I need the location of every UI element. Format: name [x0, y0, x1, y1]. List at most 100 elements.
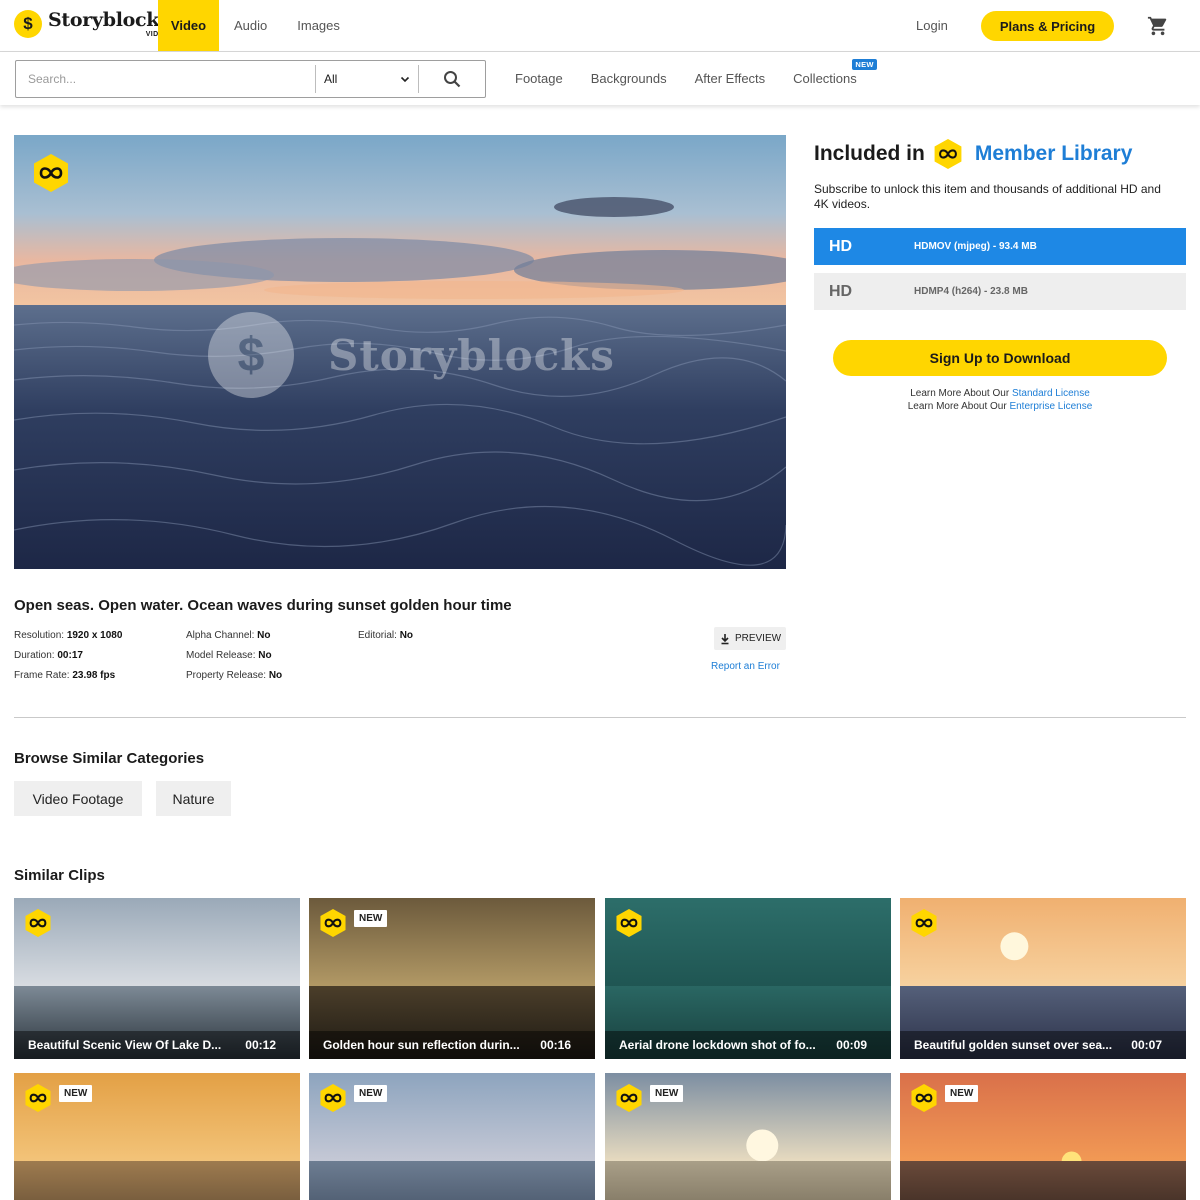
clip-card-duration: 00:12 [245, 1038, 276, 1052]
included-label: Included in [814, 142, 925, 165]
clip-caption-bar: Golden hour sun reflection durin... 00:16 [309, 1031, 595, 1059]
new-badge: NEW [852, 59, 877, 70]
enterprise-license-line: Learn More About Our Enterprise License [907, 401, 1093, 412]
plans-pricing-button[interactable]: Plans & Pricing [981, 11, 1114, 41]
member-library-badge-icon [25, 909, 51, 937]
clip-card-duration: 00:07 [1131, 1038, 1162, 1052]
search-icon [444, 71, 461, 88]
category-chip-video-footage[interactable]: Video Footage [14, 781, 142, 816]
logo-wordmark: Storyblocks [48, 8, 170, 31]
search-input[interactable] [16, 61, 315, 97]
logo-subtitle: VIDEO [48, 31, 170, 38]
format-option-hdmov[interactable]: HD HDMOV (mjpeg) - 93.4 MB [814, 228, 1186, 265]
similar-clip-card[interactable]: Aerial drone lockdown shot of fo... 00:09 [605, 898, 891, 1059]
clip-caption-bar: Beautiful golden sunset over sea... 00:07 [900, 1031, 1186, 1059]
similar-clip-card[interactable]: NEW [605, 1073, 891, 1200]
clip-card-duration: 00:09 [836, 1038, 867, 1052]
member-library-icon [934, 139, 962, 169]
sign-up-download-button[interactable]: Sign Up to Download [833, 340, 1167, 376]
spec-resolution: Resolution: 1920 x 1080 [14, 630, 123, 641]
similar-clips-heading: Similar Clips [14, 867, 105, 884]
category-chip-nature[interactable]: Nature [156, 781, 231, 816]
new-badge: NEW [59, 1085, 93, 1102]
category-select[interactable]: All [315, 65, 419, 93]
subnav-collections[interactable]: Collections NEW [793, 59, 877, 86]
preview-label: PREVIEW [734, 633, 782, 644]
video-preview-player[interactable]: $ Storyblocks [14, 135, 786, 569]
subnav-collections-label: Collections [793, 71, 857, 86]
categories-heading: Browse Similar Categories [14, 750, 205, 767]
clip-caption-bar: Beautiful Scenic View Of Lake D... 00:12 [14, 1031, 300, 1059]
subnav-footage[interactable]: Footage [515, 71, 563, 86]
format-quality: HD [829, 282, 853, 300]
similar-clip-card[interactable]: Beautiful Scenic View Of Lake D... 00:12 [14, 898, 300, 1059]
member-library-badge-icon [616, 1084, 642, 1112]
watermark-text: Storyblocks [328, 330, 615, 380]
section-divider [14, 717, 1186, 718]
search-bar-row: All Footage Backgrounds After Effects Co… [0, 52, 1200, 105]
format-quality: HD [829, 237, 853, 255]
new-badge: NEW [354, 910, 388, 927]
preview-download-button[interactable]: PREVIEW [714, 627, 786, 650]
top-header: $ Storyblocks VIDEO Video Audio Images L… [0, 0, 1200, 52]
standard-license-line: Learn More About Our Standard License [910, 388, 1090, 399]
subscribe-text: Subscribe to unlock this item and thousa… [814, 182, 1161, 211]
included-heading: Included in Member Library [814, 138, 1132, 170]
standard-license-link[interactable]: Standard License [1012, 388, 1090, 399]
clip-thumbnail [14, 1073, 300, 1200]
subnav-backgrounds[interactable]: Backgrounds [591, 71, 667, 86]
similar-clip-card[interactable]: Beautiful golden sunset over sea... 00:07 [900, 898, 1186, 1059]
clip-thumbnail [900, 1073, 1186, 1200]
watermark-mark: $ [208, 312, 294, 398]
spec-property-release: Property Release: No [186, 670, 283, 681]
similar-clip-card[interactable]: NEW [309, 1073, 595, 1200]
member-library-badge-icon [320, 1084, 346, 1112]
member-library-badge-icon [616, 909, 642, 937]
clip-card-title: Aerial drone lockdown shot of fo... [619, 1038, 816, 1052]
category-select-value: All [324, 72, 338, 86]
chevron-down-icon [400, 76, 410, 83]
report-error-link[interactable]: Report an Error [711, 661, 780, 672]
spec-editorial: Editorial: No [358, 630, 414, 641]
format-option-hdmp4[interactable]: HD HDMP4 (h264) - 23.8 MB [814, 273, 1186, 310]
format-label: HDMOV (mjpeg) - 93.4 MB [914, 241, 1037, 252]
storyblocks-watermark: $ Storyblocks [208, 312, 615, 398]
new-badge: NEW [354, 1085, 388, 1102]
cart-icon[interactable] [1147, 15, 1169, 37]
logo-icon: $ [14, 10, 42, 38]
storyblocks-logo[interactable]: $ Storyblocks VIDEO [14, 10, 170, 38]
clip-card-title: Beautiful golden sunset over sea... [914, 1038, 1113, 1052]
spec-alpha-channel: Alpha Channel: No [186, 630, 271, 641]
enterprise-license-link[interactable]: Enterprise License [1009, 401, 1092, 412]
login-link[interactable]: Login [916, 18, 948, 33]
sub-nav: Footage Backgrounds After Effects Collec… [515, 59, 885, 86]
clip-card-duration: 00:16 [540, 1038, 571, 1052]
clip-thumbnail [605, 1073, 891, 1200]
clip-thumbnail [309, 1073, 595, 1200]
member-library-badge-icon [911, 909, 937, 937]
member-library-badge-icon [25, 1084, 51, 1112]
new-badge: NEW [650, 1085, 684, 1102]
member-library-link[interactable]: Member Library [975, 142, 1133, 166]
similar-clip-card[interactable]: NEW [14, 1073, 300, 1200]
spec-duration: Duration: 00:17 [14, 650, 83, 661]
search-box: All [15, 60, 486, 98]
clip-title: Open seas. Open water. Ocean waves durin… [14, 597, 512, 614]
member-library-badge-icon [34, 154, 68, 192]
similar-clip-card[interactable]: NEW Golden hour sun reflection durin... 00… [309, 898, 595, 1059]
nav-video[interactable]: Video [158, 0, 219, 51]
nav-audio[interactable]: Audio [219, 0, 282, 51]
search-button[interactable] [419, 61, 485, 97]
clip-card-title: Beautiful Scenic View Of Lake D... [28, 1038, 222, 1052]
clip-card-title: Golden hour sun reflection durin... [323, 1038, 520, 1052]
spec-model-release: Model Release: No [186, 650, 272, 661]
similar-clip-card[interactable]: NEW [900, 1073, 1186, 1200]
member-library-badge-icon [911, 1084, 937, 1112]
member-library-badge-icon [320, 909, 346, 937]
nav-images[interactable]: Images [282, 0, 355, 51]
subnav-after-effects[interactable]: After Effects [695, 71, 766, 86]
clip-caption-bar: Aerial drone lockdown shot of fo... 00:09 [605, 1031, 891, 1059]
new-badge: NEW [945, 1085, 979, 1102]
format-label: HDMP4 (h264) - 23.8 MB [914, 286, 1028, 297]
download-icon [721, 633, 729, 644]
